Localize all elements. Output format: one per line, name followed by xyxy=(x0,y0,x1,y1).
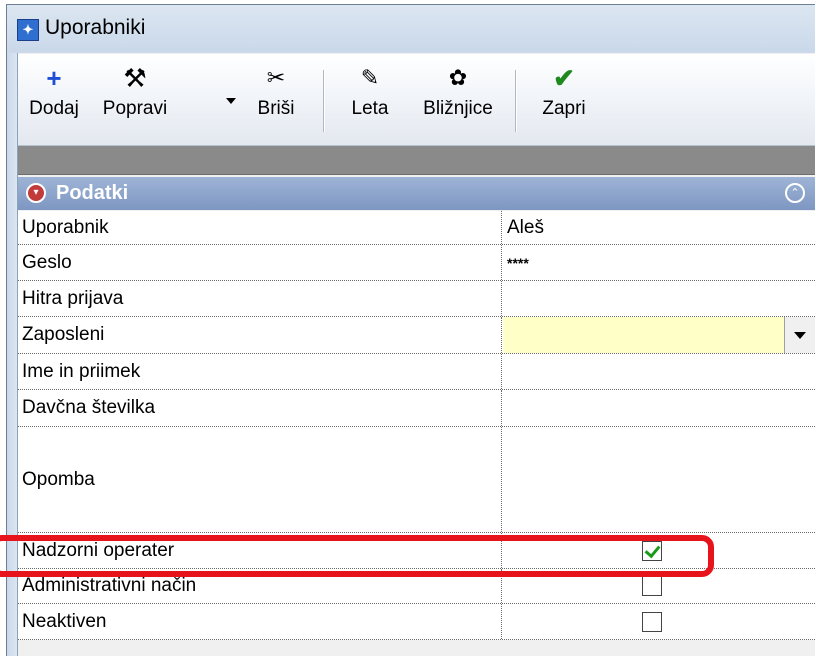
chevron-down-icon xyxy=(794,331,806,339)
user-label: Uporabnik xyxy=(18,211,502,244)
row-inactive: Neaktiven xyxy=(18,604,815,640)
app-icon: ✦ xyxy=(17,19,39,41)
toolbar-separator xyxy=(515,70,516,132)
inactive-checkbox[interactable] xyxy=(642,612,662,632)
row-admin-mode: Administrativni način xyxy=(18,569,815,604)
row-supervisor: Nadzorni operater xyxy=(18,533,815,569)
employee-label: Zaposleni xyxy=(18,317,502,353)
section-title: Podatki xyxy=(56,182,129,204)
toolbar: + Dodaj ⚒ Popravi ✂ Briši ✎ Leta ✿ Bližn… xyxy=(18,54,815,146)
row-quick-login: Hitra prijava xyxy=(18,281,815,317)
row-tax-number: Davčna številka xyxy=(18,390,815,427)
row-employee: Zaposleni xyxy=(18,317,815,354)
admin-mode-checkbox[interactable] xyxy=(642,576,662,596)
users-window: ✦ Uporabniki + Dodaj ⚒ Popravi ✂ Briši ✎… xyxy=(6,4,815,656)
admin-mode-label: Administrativni način xyxy=(18,569,502,603)
plus-icon: + xyxy=(46,63,62,93)
collapse-icon[interactable]: ⌃ xyxy=(785,183,805,203)
toolbar-separator xyxy=(323,70,324,132)
delete-button[interactable]: ✂ Briši xyxy=(246,62,306,132)
property-grid: Uporabnik Aleš Geslo **** Hitra prijava … xyxy=(18,211,815,640)
note-label: Opomba xyxy=(18,427,502,532)
password-field[interactable]: **** xyxy=(503,245,815,280)
add-button[interactable]: + Dodaj xyxy=(24,62,84,132)
employee-dropdown-button[interactable] xyxy=(784,317,815,353)
hammer-icon: ⚒ xyxy=(123,63,147,93)
tax-number-field[interactable] xyxy=(503,390,815,426)
section-icon: ▾ xyxy=(26,183,46,203)
window-title: Uporabniki xyxy=(45,16,146,39)
checkmark-icon: ✔ xyxy=(553,63,575,93)
password-label: Geslo xyxy=(18,245,502,280)
status-strip xyxy=(18,146,815,175)
quick-login-label: Hitra prijava xyxy=(18,281,502,316)
shortcuts-button[interactable]: ✿ Bližnjice xyxy=(413,62,503,132)
quick-login-field[interactable] xyxy=(503,281,815,316)
row-note: Opomba xyxy=(18,427,815,533)
employee-field[interactable] xyxy=(503,317,785,353)
edit-button[interactable]: ⚒ Popravi xyxy=(90,62,180,132)
user-field[interactable]: Aleš xyxy=(503,211,815,244)
supervisor-checkbox[interactable] xyxy=(642,541,662,561)
full-name-label: Ime in priimek xyxy=(18,354,502,389)
section-header[interactable]: ▾ Podatki ⌃ xyxy=(18,177,815,210)
scissors-icon: ✂ xyxy=(266,65,286,90)
note-field[interactable] xyxy=(503,427,815,532)
title-bar: ✦ Uporabniki xyxy=(7,5,815,53)
row-password: Geslo **** xyxy=(18,245,815,281)
supervisor-label: Nadzorni operater xyxy=(18,533,502,568)
years-button[interactable]: ✎ Leta xyxy=(340,62,400,132)
inactive-label: Neaktiven xyxy=(18,604,502,639)
shortcut-icon: ✿ xyxy=(448,65,468,90)
row-user: Uporabnik Aleš xyxy=(18,211,815,245)
window-frame xyxy=(7,53,18,656)
edit-dropdown-arrow[interactable] xyxy=(226,98,236,104)
calendar-icon: ✎ xyxy=(360,65,380,90)
row-full-name: Ime in priimek xyxy=(18,354,815,390)
close-button[interactable]: ✔ Zapri xyxy=(534,62,594,132)
full-name-field[interactable] xyxy=(503,354,815,389)
tax-number-label: Davčna številka xyxy=(18,390,502,426)
